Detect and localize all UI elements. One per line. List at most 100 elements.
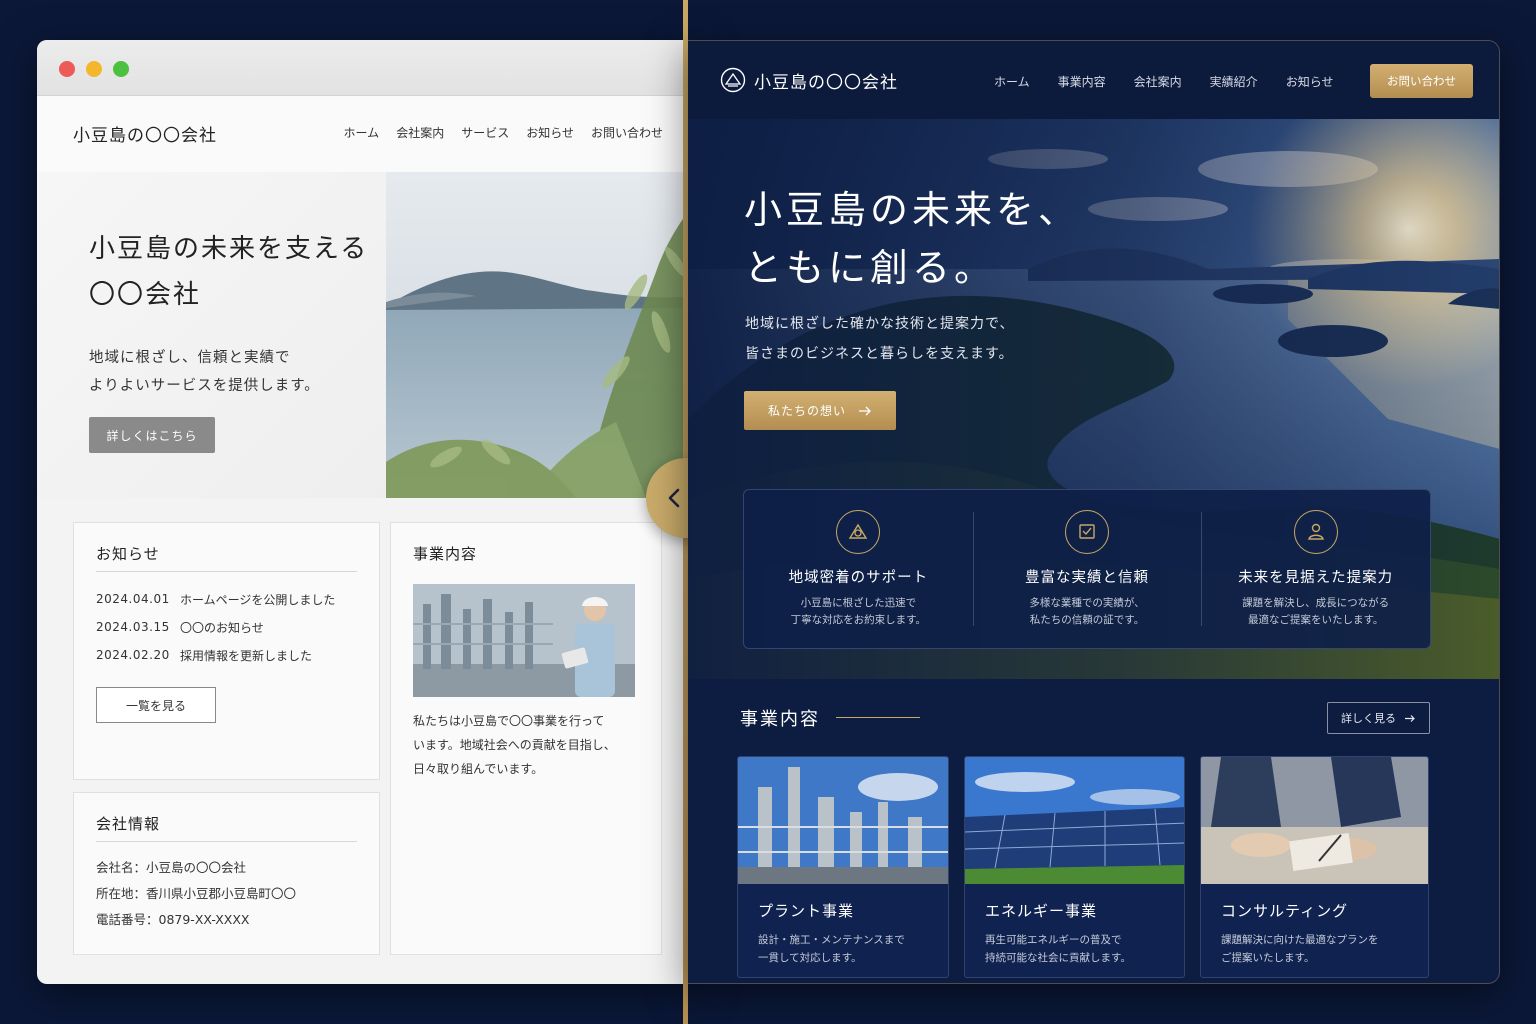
after-nav-works[interactable]: 実績紹介 — [1210, 73, 1258, 90]
service-desc: 再生可能エネルギーの普及で 持続可能な社会に貢献します。 — [985, 931, 1184, 967]
feature-title: 未来を見据えた提案力 — [1238, 570, 1394, 586]
feature-title: 地域密着のサポート — [788, 570, 929, 586]
news-date: 2024.03.15 — [96, 620, 170, 634]
feature-desc-line: 課題を解決し、成長につながる — [1242, 597, 1390, 609]
news-text: 採用情報を更新しました — [180, 648, 313, 663]
service-desc-line: 再生可能エネルギーの普及で — [985, 934, 1122, 946]
maximize-window-button[interactable] — [113, 61, 129, 77]
feature-title: 豊富な実績と信頼 — [1025, 570, 1149, 586]
service-card-consulting[interactable]: コンサルティング 課題解決に向けた最適なプランを ご提案いたします。 — [1200, 756, 1429, 978]
before-nav-home[interactable]: ホーム — [344, 124, 380, 141]
service-desc-line: 設計・施工・メンテナンスまで — [758, 934, 905, 946]
business-text-line: 私たちは小豆島で〇〇事業を行って — [413, 714, 605, 728]
after-hero-title-line1: 小豆島の未来を、 — [744, 188, 1081, 232]
before-browser-window: 小豆島の〇〇会社 ホーム 会社案内 サービス お知らせ お問い合わせ 小豆島の未… — [37, 40, 697, 984]
before-hero-subtitle: 地域に根ざし、信頼と実績で よりよいサービスを提供します。 — [89, 344, 368, 400]
service-desc: 設計・施工・メンテナンスまで 一貫して対応します。 — [758, 931, 948, 967]
logo-mark-icon — [720, 67, 746, 93]
feature-desc-line: 最適なご提案をいたします。 — [1247, 614, 1384, 626]
after-nav-company[interactable]: 会社案内 — [1134, 73, 1182, 90]
before-business-image-engineer — [413, 584, 635, 697]
before-hero-sub-line1: 地域に根ざし、信頼と実績で — [89, 350, 291, 366]
before-nav-company[interactable]: 会社案内 — [396, 124, 444, 141]
minimize-window-button[interactable] — [86, 61, 102, 77]
before-hero-title: 小豆島の未来を支える 〇〇会社 — [89, 226, 368, 318]
before-hero-title-line2: 〇〇会社 — [89, 280, 202, 310]
after-our-vision-button[interactable]: 私たちの想い — [744, 391, 896, 430]
trust-icon — [1065, 510, 1109, 554]
arrow-right-icon — [859, 406, 871, 415]
after-header: 小豆島の〇〇会社 ホーム 事業内容 会社案内 実績紹介 お知らせ お問い合わせ — [688, 41, 1499, 119]
news-text: 〇〇のお知らせ — [180, 620, 264, 635]
before-hero-sub-line2: よりよいサービスを提供します。 — [89, 378, 320, 394]
before-header: 小豆島の〇〇会社 ホーム 会社案内 サービス お知らせ お問い合わせ — [37, 96, 697, 172]
service-desc-line: 課題解決に向けた最適なプランを — [1221, 934, 1379, 946]
news-item[interactable]: 2024.04.01 ホームページを公開しました — [96, 585, 335, 613]
after-contact-button[interactable]: お問い合わせ — [1370, 64, 1473, 98]
news-date: 2024.02.20 — [96, 648, 170, 662]
service-card-energy[interactable]: エネルギー事業 再生可能エネルギーの普及で 持続可能な社会に貢献します。 — [964, 756, 1185, 978]
browser-titlebar — [37, 40, 697, 96]
before-business-card: 事業内容 私たちは小豆島で〇〇事業を行って います。地域社会への貢献を目指し、 … — [390, 522, 662, 955]
company-name: 会社名：小豆島の〇〇会社 — [96, 860, 247, 875]
after-hero-sub-line2: 皆さまのビジネスと暮らしを支えます。 — [745, 346, 1014, 362]
news-item[interactable]: 2024.03.15 〇〇のお知らせ — [96, 613, 335, 641]
service-desc-line: ご提案いたします。 — [1221, 952, 1315, 964]
after-nav-home[interactable]: ホーム — [994, 73, 1030, 90]
news-date: 2024.04.01 — [96, 592, 170, 606]
service-card-plant[interactable]: プラント事業 設計・施工・メンテナンスまで 一貫して対応します。 — [737, 756, 949, 978]
divider — [96, 571, 357, 572]
before-nav-service[interactable]: サービス — [461, 124, 509, 141]
feature-desc-line: 私たちの信頼の証です。 — [1029, 614, 1145, 626]
feature-desc: 多様な業種での実績が、 私たちの信頼の証です。 — [973, 595, 1202, 629]
service-image-plant — [738, 757, 948, 884]
divider — [96, 841, 357, 842]
service-title: エネルギー事業 — [985, 902, 1098, 920]
proposal-icon — [1293, 510, 1338, 554]
after-nav-business[interactable]: 事業内容 — [1058, 73, 1106, 90]
support-icon — [836, 510, 881, 554]
divider — [836, 717, 920, 718]
before-details-button[interactable]: 詳しくはこちら — [89, 417, 215, 453]
news-item[interactable]: 2024.02.20 採用情報を更新しました — [96, 641, 335, 669]
news-text: ホームページを公開しました — [180, 592, 336, 607]
before-business-text: 私たちは小豆島で〇〇事業を行って います。地域社会への貢献を目指し、 日々取り組… — [413, 709, 638, 781]
after-logo[interactable]: 小豆島の〇〇会社 — [720, 67, 898, 93]
after-nav: ホーム 事業内容 会社案内 実績紹介 お知らせ — [994, 73, 1333, 90]
after-features-panel: 地域密着のサポート 小豆島に根ざした迅速で 丁寧な対応をお約束します。 豊富な実績… — [743, 489, 1431, 649]
before-nav-contact[interactable]: お問い合わせ — [591, 124, 663, 141]
company-address: 所在地：香川県小豆郡小豆島町〇〇 — [96, 886, 297, 901]
business-text-line: 日々取り組んでいます。 — [413, 762, 544, 776]
after-hero-title: 小豆島の未来を、 ともに創る。 — [744, 181, 1080, 297]
before-nav-news[interactable]: お知らせ — [526, 124, 574, 141]
before-hero-image-olive-sea — [386, 172, 697, 498]
close-window-button[interactable] — [59, 61, 75, 77]
before-news-card: お知らせ 2024.04.01 ホームページを公開しました 2024.03.15 〇… — [73, 522, 380, 780]
after-logo-text: 小豆島の〇〇会社 — [754, 72, 898, 93]
after-website: 小豆島の未来を、 ともに創る。 地域に根ざした確かな技術と提案力で、 皆さまのビ… — [688, 40, 1500, 984]
after-nav-news[interactable]: お知らせ — [1286, 73, 1334, 90]
service-image-meeting — [1201, 757, 1428, 884]
before-logo[interactable]: 小豆島の〇〇会社 — [73, 121, 217, 146]
before-company-title: 会社情報 — [96, 815, 161, 833]
business-text-line: います。地域社会への貢献を目指し、 — [413, 738, 616, 752]
feature-desc: 小豆島に根ざした迅速で 丁寧な対応をお約束します。 — [744, 595, 973, 629]
after-more-label: 詳しく見る — [1341, 712, 1396, 725]
after-business-section-title: 事業内容 — [740, 709, 820, 730]
service-desc-line: 持続可能な社会に貢献します。 — [985, 952, 1131, 964]
service-image-solar — [965, 757, 1184, 884]
feature-item: 豊富な実績と信頼 多様な業種での実績が、 私たちの信頼の証です。 — [972, 490, 1202, 648]
before-hero-title-line1: 小豆島の未来を支える — [89, 234, 369, 264]
feature-desc: 課題を解決し、成長につながる 最適なご提案をいたします。 — [1201, 595, 1430, 629]
feature-desc-line: 丁寧な対応をお約束します。 — [790, 614, 927, 626]
before-nav: ホーム 会社案内 サービス お知らせ お問い合わせ — [344, 124, 663, 141]
service-desc: 課題解決に向けた最適なプランを ご提案いたします。 — [1221, 931, 1428, 967]
before-news-list-button[interactable]: 一覧を見る — [96, 687, 216, 723]
company-phone: 電話番号：0879-XX-XXXX — [96, 912, 250, 927]
after-hero-subtitle: 地域に根ざした確かな技術と提案力で、 皆さまのビジネスと暮らしを支えます。 — [745, 309, 1014, 369]
before-news-list: 2024.04.01 ホームページを公開しました 2024.03.15 〇〇のお知ら… — [96, 585, 335, 669]
arrow-right-icon — [1405, 714, 1415, 722]
after-hero-sub-line1: 地域に根ざした確かな技術と提案力で、 — [745, 316, 1015, 332]
after-more-button[interactable]: 詳しく見る — [1327, 702, 1430, 734]
feature-item: 未来を見据えた提案力 課題を解決し、成長につながる 最適なご提案をいたします。 — [1201, 490, 1430, 648]
